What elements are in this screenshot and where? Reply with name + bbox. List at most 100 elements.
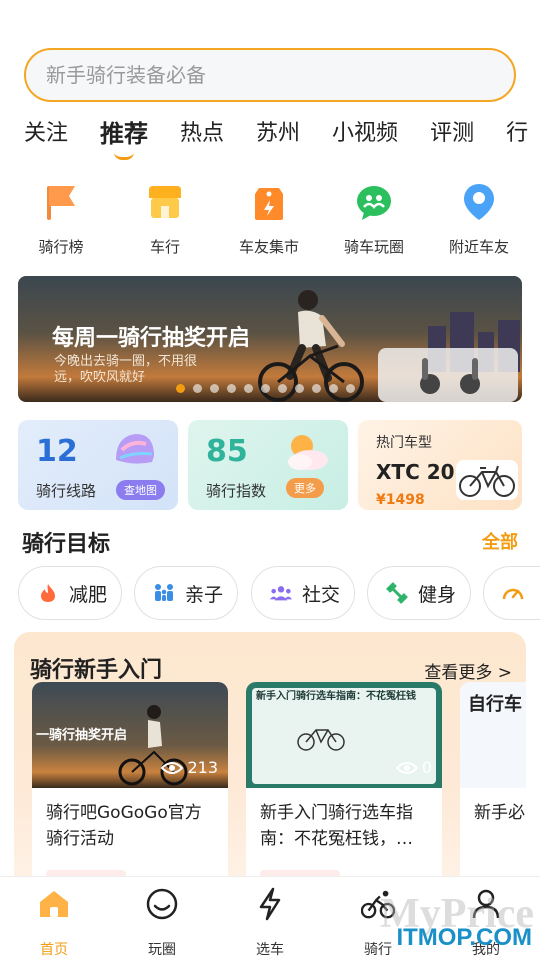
article-title: 新手入门骑行选车指南：不花冤枉钱，… bbox=[260, 803, 413, 849]
carousel-dot[interactable] bbox=[244, 384, 253, 393]
people-icon bbox=[270, 582, 292, 604]
tab-suzhou[interactable]: 苏州 bbox=[256, 116, 300, 160]
article-card[interactable]: 自行车 新手必动基础 bbox=[460, 682, 526, 892]
tab-short-video[interactable]: 小视频 bbox=[332, 116, 398, 160]
active-tab-indicator bbox=[114, 152, 135, 160]
banner-title: 每周一骑行抽奖开启 bbox=[52, 326, 251, 351]
earbuds-icon bbox=[420, 358, 480, 394]
eye-icon bbox=[161, 761, 184, 774]
carousel-dot[interactable] bbox=[329, 384, 338, 393]
quick-link-label: 车友集市 bbox=[238, 238, 299, 256]
quick-link-ranking[interactable]: 骑行榜 bbox=[16, 182, 106, 257]
goal-chip-family[interactable]: 亲子 bbox=[134, 566, 238, 620]
routes-count: 12 bbox=[36, 434, 78, 469]
goal-chip-speed[interactable] bbox=[483, 566, 540, 620]
search-bar[interactable] bbox=[24, 48, 516, 102]
goals-all-link[interactable]: 全部 bbox=[482, 528, 518, 554]
flag-icon bbox=[41, 182, 81, 222]
routes-card[interactable]: 12 骑行线路 查地图 bbox=[18, 420, 178, 510]
carousel-dot[interactable] bbox=[176, 384, 185, 393]
article-title: 骑行吧GoGoGo官方骑行活动 bbox=[46, 803, 202, 849]
view-map-button[interactable]: 查地图 bbox=[116, 480, 165, 500]
tab-hot[interactable]: 热点 bbox=[180, 116, 224, 160]
nav-label: 首页 bbox=[40, 942, 68, 958]
routes-label: 骑行线路 bbox=[36, 482, 97, 500]
tab-label: 苏州 bbox=[256, 121, 301, 146]
nav-label: 玩圈 bbox=[148, 942, 176, 958]
tab-more[interactable]: 行 bbox=[506, 116, 528, 160]
tab-follow[interactable]: 关注 bbox=[24, 116, 68, 160]
carousel-dot[interactable] bbox=[261, 384, 270, 393]
article-card[interactable]: 一骑行抽奖开启 213 骑行吧GoGoGo官方骑行活动 bbox=[32, 682, 228, 892]
tab-review[interactable]: 评测 bbox=[430, 116, 474, 160]
hot-model-name: XTC 20 bbox=[376, 460, 455, 484]
price-tag-icon bbox=[249, 182, 289, 222]
carousel-dot[interactable] bbox=[210, 384, 219, 393]
newbie-section: 骑行新手入门 查看更多 > 一骑行抽奖开启 213 骑行吧GoGoGo官方骑行活… bbox=[14, 632, 526, 892]
tab-label: 小视频 bbox=[332, 121, 399, 146]
promo-banner[interactable]: 每周一骑行抽奖开启 今晚出去骑一圈，不用很远，吹吹风就好 bbox=[18, 276, 522, 402]
bike-image bbox=[456, 460, 518, 500]
tab-label: 行 bbox=[506, 121, 529, 146]
ride-index-label: 骑行指数 bbox=[206, 482, 267, 500]
goal-chip-label: 亲子 bbox=[185, 583, 224, 606]
quick-link-label: 附近车友 bbox=[448, 238, 509, 256]
goal-chip-label: 健身 bbox=[418, 583, 457, 606]
ride-index-value: 85 bbox=[206, 434, 248, 469]
hot-model-price: ¥1498 bbox=[376, 492, 425, 508]
nav-ride[interactable]: 骑行 bbox=[338, 887, 418, 959]
helmet-icon bbox=[116, 434, 154, 464]
bottom-navigation: 首页 玩圈 选车 骑行 我的 bbox=[0, 876, 540, 960]
quick-link-market[interactable]: 车友集市 bbox=[224, 182, 314, 257]
quick-link-nearby[interactable]: 附近车友 bbox=[434, 182, 524, 257]
article-card[interactable]: 新手入门骑行选车指南：不花冤枉钱 0 新手入门骑行选车指南：不花冤枉钱，… bbox=[246, 682, 442, 892]
carousel-dot[interactable] bbox=[227, 384, 236, 393]
more-button[interactable]: 更多 bbox=[286, 478, 324, 498]
quick-links: 骑行榜 车行 车友集市 骑车玩圈 附近车友 bbox=[0, 182, 540, 262]
view-count-number: 213 bbox=[187, 758, 218, 777]
quick-link-circle[interactable]: 骑车玩圈 bbox=[329, 182, 419, 257]
goal-chip-fitness[interactable]: 健身 bbox=[367, 566, 471, 620]
earbuds-product bbox=[378, 348, 518, 402]
view-count-number: 0 bbox=[421, 758, 432, 777]
smile-icon bbox=[145, 887, 179, 921]
goal-chip-social[interactable]: 社交 bbox=[251, 566, 355, 620]
thumbnail-caption: 新手入门骑行选车指南：不花冤枉钱 bbox=[256, 691, 416, 702]
thumbnail-caption: 自行车 bbox=[468, 694, 522, 715]
goal-chip-lose-weight[interactable]: 减肥 bbox=[18, 566, 122, 620]
carousel-dot[interactable] bbox=[346, 384, 355, 393]
carousel-dot[interactable] bbox=[295, 384, 304, 393]
speed-icon bbox=[502, 582, 524, 604]
tab-label: 热点 bbox=[180, 121, 225, 146]
article-title: 新手必动基础 bbox=[474, 803, 526, 823]
ride-index-card[interactable]: 85 骑行指数 更多 bbox=[188, 420, 348, 510]
view-count: 0 bbox=[395, 758, 432, 777]
nav-circle[interactable]: 玩圈 bbox=[122, 887, 202, 959]
view-count: 213 bbox=[161, 758, 218, 777]
group-chat-icon bbox=[354, 182, 394, 222]
quick-link-label: 骑行榜 bbox=[38, 238, 84, 256]
quick-link-shop[interactable]: 车行 bbox=[120, 182, 210, 257]
hot-model-card[interactable]: 热门车型 XTC 20 ¥1498 bbox=[358, 420, 522, 510]
hot-model-title: 热门车型 bbox=[376, 435, 432, 451]
nav-home[interactable]: 首页 bbox=[14, 887, 94, 959]
carousel-dot[interactable] bbox=[278, 384, 287, 393]
carousel-dots[interactable] bbox=[176, 384, 355, 393]
goals-title: 骑行目标 bbox=[22, 532, 111, 557]
goal-chip-label: 社交 bbox=[302, 583, 341, 606]
view-more-link[interactable]: 查看更多 > bbox=[424, 658, 512, 683]
newbie-title-text: 骑行新手 bbox=[30, 658, 119, 683]
bicycle-diagram-icon bbox=[297, 729, 345, 751]
carousel-dot[interactable] bbox=[312, 384, 321, 393]
home-icon bbox=[37, 887, 71, 921]
banner-subtitle: 今晚出去骑一圈，不用很远，吹吹风就好 bbox=[54, 354, 198, 385]
quick-link-label: 骑车玩圈 bbox=[343, 238, 404, 256]
tab-label: 推荐 bbox=[100, 120, 149, 148]
nav-profile[interactable]: 我的 bbox=[446, 887, 526, 959]
search-input[interactable] bbox=[46, 63, 514, 87]
shop-icon bbox=[145, 182, 185, 222]
flame-icon bbox=[37, 582, 59, 604]
tab-recommend[interactable]: 推荐 bbox=[100, 116, 148, 160]
nav-choose-bike[interactable]: 选车 bbox=[230, 887, 310, 959]
carousel-dot[interactable] bbox=[193, 384, 202, 393]
